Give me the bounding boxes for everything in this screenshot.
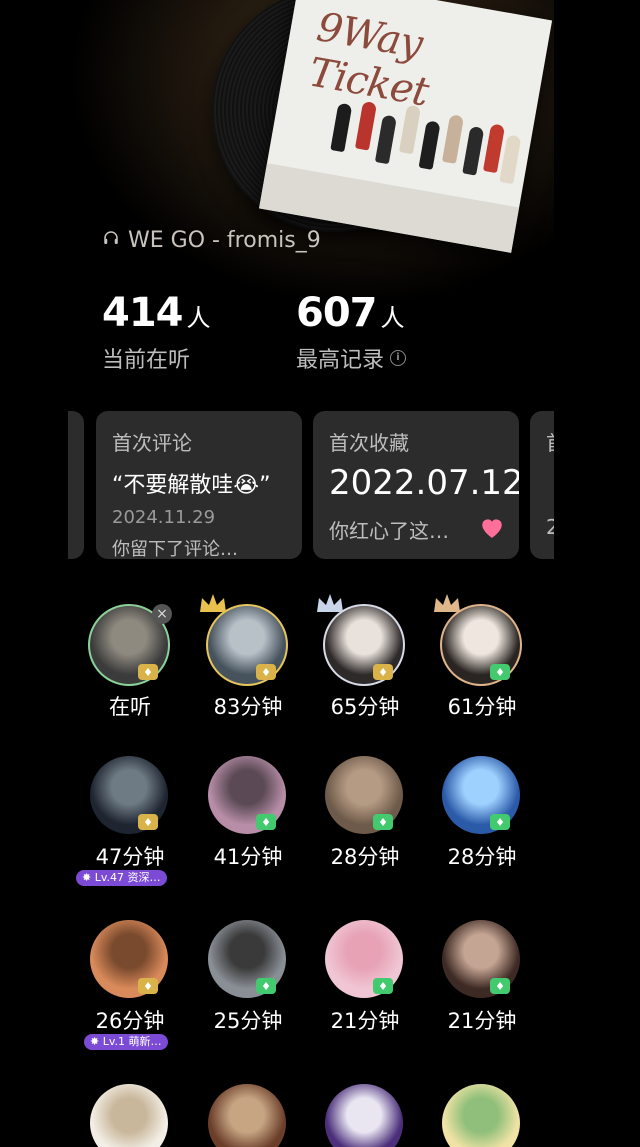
- listen-minutes: 65分钟: [330, 695, 400, 719]
- listen-minutes: 21分钟: [330, 1009, 400, 1033]
- listen-minutes: 在听: [109, 695, 151, 719]
- listener-item[interactable]: ♦ 83分钟: [198, 594, 298, 719]
- listen-minutes: 41分钟: [213, 845, 283, 869]
- vip-badge-icon: ♦: [256, 664, 276, 680]
- stats-card-previous[interactable]: [68, 411, 84, 559]
- first-comment-title: 首次评论: [112, 431, 192, 455]
- listener-item[interactable]: ♦ 21分钟: [432, 918, 532, 1033]
- member-badge-icon: ♦: [490, 664, 510, 680]
- avatar[interactable]: [90, 1084, 168, 1147]
- vip-badge-icon: ♦: [138, 814, 158, 830]
- avatar[interactable]: [442, 1084, 520, 1147]
- current-listeners-count: 414: [102, 290, 183, 336]
- listen-together-panel: 9Way Ticket WE GO - fromis_9 414 人 当前在听 6…: [68, 0, 554, 1147]
- member-badge-icon: ♦: [256, 814, 276, 830]
- vip-badge-icon: ♦: [373, 664, 393, 680]
- listener-item[interactable]: ♦ × 在听: [80, 604, 180, 719]
- stats-card-next[interactable]: 首 2: [530, 411, 554, 559]
- first-comment-text: “不要解散哇😭”: [112, 473, 271, 498]
- listener-item[interactable]: ♦ 61分钟: [432, 594, 532, 719]
- listen-minutes: 28分钟: [447, 845, 517, 869]
- close-icon[interactable]: ×: [152, 604, 172, 624]
- member-badge-icon: ♦: [490, 978, 510, 994]
- listener-item[interactable]: ♦ 25分钟: [198, 918, 298, 1033]
- listener-item[interactable]: ♦ 47分钟 ✸ Lv.47 资深…: [76, 754, 180, 886]
- next-card-title: 首: [546, 427, 554, 456]
- vip-badge-icon: ♦: [138, 978, 158, 994]
- current-listeners-stat: 414 人 当前在听: [102, 290, 211, 374]
- first-favorite-date: 2022.07.12: [329, 463, 519, 503]
- current-listeners-label: 当前在听: [102, 348, 191, 373]
- level-badge: ✸ Lv.1 萌新…: [84, 1034, 168, 1050]
- listen-minutes: 25分钟: [213, 1009, 283, 1033]
- crown-icon: [434, 594, 460, 612]
- next-card-desc: 2: [546, 515, 554, 539]
- heart-icon: [479, 515, 505, 543]
- first-favorite-title: 首次收藏: [329, 431, 409, 455]
- listen-minutes: 83分钟: [213, 695, 283, 719]
- album-cover[interactable]: 9Way Ticket: [259, 0, 553, 253]
- member-badge-icon: ♦: [490, 814, 510, 830]
- vip-badge-icon: ♦: [138, 664, 158, 680]
- listener-item[interactable]: ♦ 28分钟: [315, 754, 415, 869]
- listen-minutes: 47分钟: [95, 845, 165, 869]
- member-badge-icon: ♦: [256, 978, 276, 994]
- first-comment-date: 2024.11.29: [112, 507, 216, 528]
- now-playing[interactable]: WE GO - fromis_9: [102, 228, 321, 253]
- first-favorite-card[interactable]: 首次收藏 2022.07.12 你红心了这…: [313, 411, 519, 559]
- listen-minutes: 61分钟: [447, 695, 517, 719]
- listen-minutes: 21分钟: [447, 1009, 517, 1033]
- info-icon[interactable]: i: [390, 350, 407, 366]
- listen-minutes: 28分钟: [330, 845, 400, 869]
- crown-icon: [317, 594, 343, 612]
- crown-icon: [200, 594, 226, 612]
- peak-listeners-label: 最高记录: [296, 348, 385, 373]
- listen-minutes: 26分钟: [95, 1009, 165, 1033]
- avatar[interactable]: [208, 1084, 286, 1147]
- peak-listeners-count: 607: [296, 290, 377, 336]
- listener-item[interactable]: ♦ 26分钟 ✸ Lv.1 萌新…: [80, 918, 180, 1050]
- listener-item[interactable]: ♦ 41分钟: [198, 754, 298, 869]
- listener-item[interactable]: ♦ 28分钟: [432, 754, 532, 869]
- first-favorite-desc: 你红心了这…: [329, 519, 449, 543]
- avatar[interactable]: [325, 1084, 403, 1147]
- now-playing-title: WE GO - fromis_9: [128, 228, 321, 253]
- listener-item[interactable]: [80, 1082, 180, 1147]
- member-badge-icon: ♦: [373, 978, 393, 994]
- listener-item[interactable]: [432, 1082, 532, 1147]
- listener-item[interactable]: ♦ 21分钟: [315, 918, 415, 1033]
- headphones-icon: [102, 228, 120, 253]
- first-comment-card[interactable]: 首次评论 “不要解散哇😭” 2024.11.29 你留下了评论…: [96, 411, 302, 559]
- first-comment-desc: 你留下了评论…: [112, 539, 238, 559]
- peak-listeners-unit: 人: [380, 304, 405, 332]
- listener-item[interactable]: [198, 1082, 298, 1147]
- listener-item[interactable]: [315, 1082, 415, 1147]
- current-listeners-unit: 人: [186, 304, 211, 332]
- member-badge-icon: ♦: [373, 814, 393, 830]
- listener-item[interactable]: ♦ 65分钟: [315, 594, 415, 719]
- level-badge: ✸ Lv.47 资深…: [76, 870, 167, 886]
- peak-listeners-stat: 607 人 最高记录 i: [296, 290, 407, 374]
